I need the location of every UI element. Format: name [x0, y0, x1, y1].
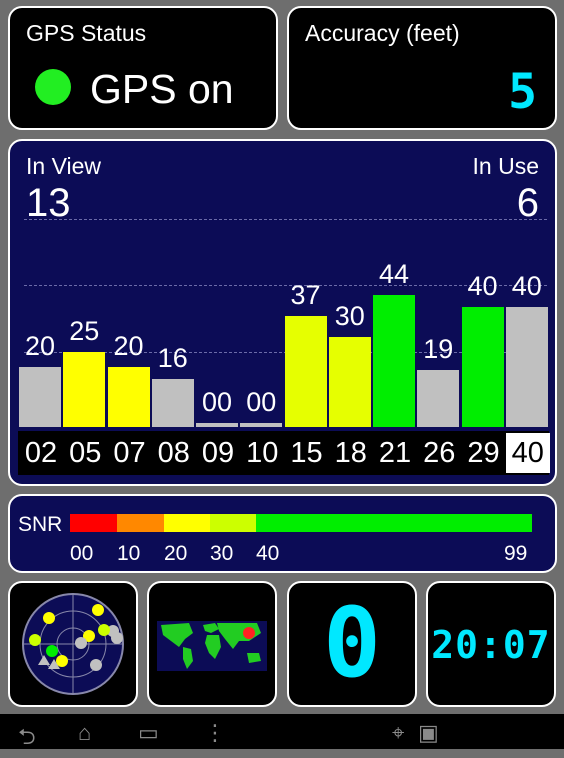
snr-bar-29 — [461, 307, 504, 427]
world-map-widget[interactable] — [147, 581, 277, 707]
gps-status-panel[interactable]: GPS Status GPS on — [8, 6, 278, 130]
image-icon: ▣ — [418, 720, 439, 745]
snr-bar-10 — [240, 423, 283, 427]
clock-time: 20:07 — [431, 623, 551, 667]
snr-bar-15 — [284, 316, 327, 427]
snr-bar-05 — [63, 352, 106, 427]
accuracy-value: 5 — [508, 64, 537, 120]
prn-label[interactable]: 29 — [461, 433, 506, 473]
snr-bar-18 — [328, 337, 371, 427]
accuracy-panel[interactable]: Accuracy (feet) 5 — [287, 6, 557, 130]
snr-scale-segment — [210, 514, 256, 532]
snr-bar-08 — [151, 379, 194, 427]
clock-widget[interactable]: 20:07 — [426, 581, 556, 707]
sky-view-widget[interactable] — [8, 581, 138, 707]
snr-value-label: 30 — [334, 301, 365, 331]
prn-label[interactable]: 26 — [417, 433, 462, 473]
satellites-used-widget[interactable]: 0 — [287, 581, 417, 707]
snr-value-label: 16 — [157, 343, 188, 373]
home-icon[interactable]: ⌂ — [78, 720, 91, 746]
snr-tick-label: 20 — [164, 542, 188, 565]
snr-bar-40 — [505, 307, 548, 427]
snr-value-label: 44 — [378, 259, 410, 289]
snr-tick-label: 00 — [70, 542, 94, 565]
gps-indicator-icon — [35, 69, 71, 105]
snr-scale-segment — [164, 514, 210, 532]
sky-view-icon — [22, 593, 124, 695]
snr-value-label: 20 — [24, 331, 56, 361]
snr-scale-segment — [117, 514, 164, 532]
satellite-signal-panel[interactable]: In View 13 In Use 6 20 02 25 05 20 07 16 08 00 09… — [8, 139, 557, 486]
snr-value-label: 25 — [69, 316, 100, 346]
prn-label[interactable]: 05 — [63, 433, 108, 473]
prn-label[interactable]: 15 — [284, 433, 329, 473]
snr-label: SNR — [18, 513, 63, 536]
prn-label[interactable]: 21 — [373, 433, 417, 473]
snr-value-label: 40 — [511, 271, 542, 301]
prn-label[interactable]: 18 — [328, 433, 373, 473]
snr-value-label: 19 — [423, 334, 454, 364]
snr-tick-label: 40 — [256, 542, 280, 565]
snr-bar-26 — [417, 370, 460, 427]
snr-bar-09 — [196, 423, 238, 427]
recent-apps-icon[interactable]: ▭ — [138, 720, 159, 746]
gps-state-text: GPS on — [90, 66, 234, 112]
snr-bar-02 — [19, 367, 61, 427]
menu-icon[interactable]: ⋮ — [204, 720, 226, 746]
snr-value-label: 20 — [113, 331, 144, 361]
satellites-used-value: 0 — [323, 587, 381, 699]
world-map-icon — [157, 621, 267, 671]
prn-label[interactable]: 07 — [107, 433, 152, 473]
snr-value-label: 37 — [290, 280, 321, 310]
gps-status-title: GPS Status — [26, 20, 147, 46]
prn-label[interactable]: 40 — [505, 433, 550, 473]
snr-scale-panel: SNR 00 10 20 30 40 99 — [8, 494, 557, 573]
snr-bar-chart: 20 02 25 05 20 07 16 08 00 09 00 10 37 15 30 18 44 21 19 26… — [10, 141, 559, 488]
snr-tick-label: 10 — [117, 542, 141, 565]
prn-label[interactable]: 09 — [196, 433, 240, 473]
accuracy-title: Accuracy (feet) — [305, 20, 460, 46]
snr-scale-segment — [70, 514, 117, 532]
prn-label[interactable]: 02 — [19, 433, 63, 473]
snr-tick-label: 99 — [504, 542, 528, 565]
snr-value-label: 00 — [246, 387, 277, 417]
snr-bar-21 — [373, 295, 415, 427]
snr-scale-segment — [256, 514, 532, 532]
snr-value-label: 00 — [201, 387, 233, 417]
back-icon[interactable]: ⮌ — [18, 720, 36, 758]
gps-indicator-icon: ⌖ — [392, 720, 405, 745]
prn-label[interactable]: 10 — [240, 433, 285, 473]
snr-bar-07 — [107, 367, 150, 427]
system-nav-bar: ⮌ ⌂ ▭ ⋮ ⌖ ▣ — [0, 714, 564, 749]
prn-label[interactable]: 08 — [151, 433, 196, 473]
snr-value-label: 40 — [467, 271, 498, 301]
snr-tick-label: 30 — [210, 542, 234, 565]
